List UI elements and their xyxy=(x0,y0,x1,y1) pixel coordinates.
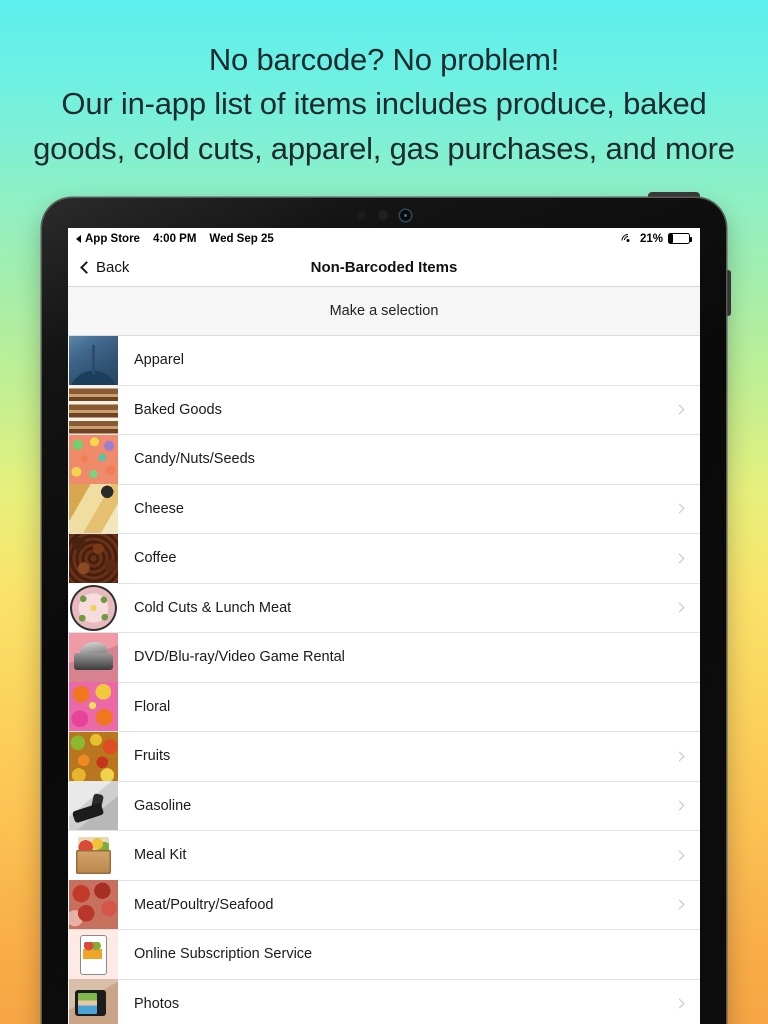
list-item[interactable]: Gasoline xyxy=(68,781,700,831)
navigation-bar: Back Non-Barcoded Items xyxy=(68,249,700,287)
status-time: 4:00 PM xyxy=(152,232,197,245)
list-item[interactable]: Photos xyxy=(68,979,700,1024)
status-bar: App Store 4:00 PM Wed Sep 25 21% xyxy=(68,228,700,250)
headline-line-1: No barcode? No problem! xyxy=(208,42,560,77)
candy-nuts-seeds-thumbnail xyxy=(69,434,118,484)
list-item[interactable]: Meat/Poultry/Seafood xyxy=(68,880,700,930)
meal-kit-thumbnail xyxy=(69,830,118,880)
chevron-right-icon xyxy=(674,751,685,762)
chevron-right-icon xyxy=(674,553,685,564)
photos-thumbnail xyxy=(69,979,118,1024)
list-item[interactable]: Apparel xyxy=(68,335,700,386)
cheese-thumbnail xyxy=(69,484,118,534)
chevron-right-icon xyxy=(674,404,685,415)
list-item-label: Candy/Nuts/Seeds xyxy=(134,451,255,468)
back-button[interactable]: Back xyxy=(68,259,129,276)
back-arrow-icon[interactable] xyxy=(76,234,81,243)
chevron-right-icon xyxy=(674,800,685,811)
back-button-label: Back xyxy=(96,259,130,276)
fruits-thumbnail xyxy=(69,731,118,781)
status-date: Wed Sep 25 xyxy=(209,232,274,245)
list-item[interactable]: Meal Kit xyxy=(68,830,700,881)
list-item-label: Cheese xyxy=(134,500,184,517)
list-item-label: Photos xyxy=(134,995,180,1012)
list-item[interactable]: Cheese xyxy=(68,484,700,534)
list-item[interactable]: Fruits xyxy=(68,731,700,782)
list-item-label: Coffee xyxy=(134,550,177,567)
chevron-right-icon xyxy=(674,602,685,613)
coffee-thumbnail xyxy=(69,533,118,583)
list-item[interactable]: Online Subscription Service xyxy=(68,929,700,980)
headline-line-3: goods, cold cuts, apparel, gas purchases… xyxy=(33,131,735,166)
list-item[interactable]: Candy/Nuts/Seeds xyxy=(68,434,700,485)
chevron-right-icon xyxy=(674,998,685,1009)
proximity-sensor-icon xyxy=(357,210,366,220)
list-item-label: Fruits xyxy=(134,748,171,765)
tablet-device-frame: App Store 4:00 PM Wed Sep 25 21% Back No… xyxy=(42,198,726,1024)
list-item-label: Meat/Poultry/Seafood xyxy=(134,896,274,913)
status-back-app-label[interactable]: App Store xyxy=(85,233,140,245)
battery-icon xyxy=(668,233,693,244)
wifi-icon xyxy=(619,230,638,250)
battery-percent-label: 21% xyxy=(639,232,663,245)
baked-goods-thumbnail xyxy=(69,385,118,435)
cold-cuts-thumbnail xyxy=(69,583,118,633)
online-subscription-thumbnail xyxy=(69,929,118,979)
chevron-right-icon xyxy=(674,503,685,514)
page-title: Non-Barcoded Items xyxy=(310,259,458,276)
list-item-label: Apparel xyxy=(134,352,184,369)
chevron-left-icon xyxy=(80,261,93,274)
list-item[interactable]: Floral xyxy=(68,682,700,732)
tablet-screen: App Store 4:00 PM Wed Sep 25 21% Back No… xyxy=(68,228,700,1024)
list-item[interactable]: DVD/Blu-ray/Video Game Rental xyxy=(68,632,700,683)
list-item-label: Cold Cuts & Lunch Meat xyxy=(134,599,292,616)
list-item[interactable]: Baked Goods xyxy=(68,385,700,435)
list-item-label: DVD/Blu-ray/Video Game Rental xyxy=(134,649,345,666)
headline-line-2: Our in-app list of items includes produc… xyxy=(61,86,707,121)
floral-thumbnail xyxy=(69,682,118,732)
list-item-label: Gasoline xyxy=(134,797,192,814)
front-camera-lens-icon xyxy=(400,209,411,221)
gasoline-thumbnail xyxy=(69,781,118,831)
apparel-thumbnail xyxy=(69,335,118,385)
section-header: Make a selection xyxy=(68,287,700,336)
non-barcoded-items-list: Apparel Baked Goods Candy/Nuts/Seeds Cheese… xyxy=(68,335,700,1024)
chevron-right-icon xyxy=(674,899,685,910)
meat-poultry-seafood-thumbnail xyxy=(69,880,118,930)
list-item-label: Baked Goods xyxy=(134,401,222,418)
list-item-label: Online Subscription Service xyxy=(134,946,313,963)
list-item-label: Meal Kit xyxy=(134,847,187,864)
sensor-cluster xyxy=(42,208,726,222)
list-item[interactable]: Coffee xyxy=(68,533,700,584)
ambient-light-sensor-icon xyxy=(378,210,388,220)
dvd-rental-thumbnail xyxy=(69,632,118,682)
list-item[interactable]: Cold Cuts & Lunch Meat xyxy=(68,583,700,633)
promo-headline: No barcode? No problem! Our in-app list … xyxy=(0,38,768,171)
list-item-label: Floral xyxy=(134,698,171,715)
chevron-right-icon xyxy=(674,850,685,861)
